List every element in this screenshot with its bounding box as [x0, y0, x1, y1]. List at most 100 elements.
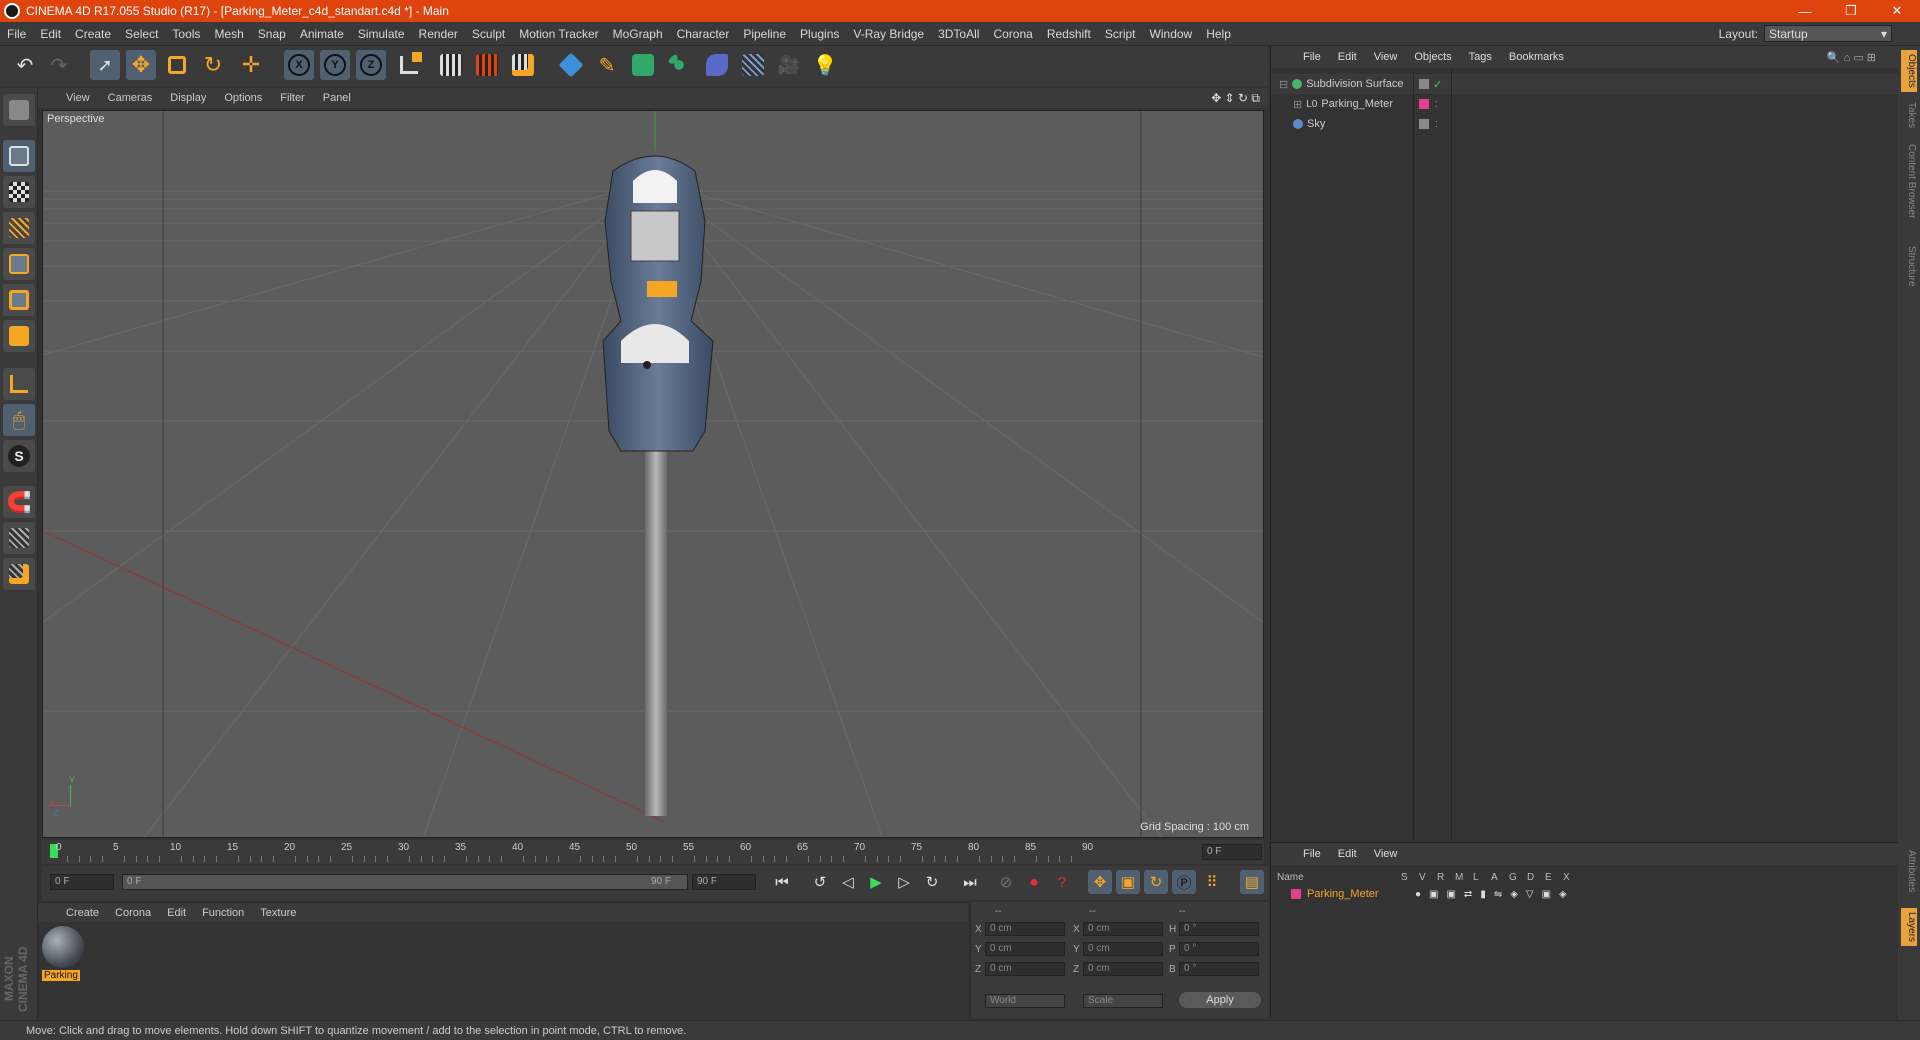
- close-button[interactable]: ✕: [1874, 0, 1920, 22]
- polygons-mode-button[interactable]: [3, 320, 35, 352]
- axis-x-button[interactable]: X: [284, 50, 314, 80]
- objects-menu-edit[interactable]: Edit: [1338, 51, 1357, 63]
- layer-icon[interactable]: [1419, 119, 1429, 129]
- timeline-ruler[interactable]: 0 5 10 15 20 25 30 35 40 45 50 55 60 65 70 75 80 85 90 0 F: [42, 840, 1264, 864]
- layer-col-generators[interactable]: G: [1509, 872, 1527, 883]
- add-light-button[interactable]: 💡: [810, 50, 840, 80]
- enabled-check-icon[interactable]: ✓: [1433, 78, 1442, 91]
- material-preview[interactable]: [42, 926, 84, 968]
- menu-sculpt[interactable]: Sculpt: [465, 27, 512, 41]
- layer-color-swatch[interactable]: [1291, 889, 1301, 899]
- size-x-field[interactable]: 0 cm: [1083, 922, 1163, 936]
- add-cube-button[interactable]: [556, 50, 586, 80]
- next-key-button[interactable]: ↻: [920, 870, 944, 894]
- tab-takes[interactable]: Takes: [1901, 102, 1917, 128]
- axis-y-button[interactable]: Y: [320, 50, 350, 80]
- add-spline-button[interactable]: ✎: [592, 50, 622, 80]
- move-tool-button[interactable]: ✥: [126, 50, 156, 80]
- end-frame-field[interactable]: 90 F: [692, 874, 756, 890]
- layers-menu-view[interactable]: View: [1374, 848, 1398, 860]
- layer-col-manager[interactable]: M: [1455, 872, 1473, 883]
- rot-p-field[interactable]: 0 °: [1179, 942, 1259, 956]
- make-editable-button[interactable]: [3, 94, 35, 126]
- tweak-mode-button[interactable]: 🖱: [3, 404, 35, 436]
- objects-menu-bookmarks[interactable]: Bookmarks: [1509, 51, 1564, 63]
- layers-menu-file[interactable]: File: [1303, 848, 1321, 860]
- record-button[interactable]: ⏺: [1022, 870, 1046, 894]
- parking-meter-model[interactable]: [602, 155, 714, 816]
- object-row-sky[interactable]: Sky ⁚: [1271, 114, 1899, 134]
- menu-window[interactable]: Window: [1143, 27, 1200, 41]
- viewport-menu-cameras[interactable]: Cameras: [108, 92, 153, 104]
- material-menu-function[interactable]: Function: [202, 907, 244, 919]
- layout-dropdown[interactable]: Startup ▾: [1764, 25, 1892, 42]
- select-tool-button[interactable]: ➚: [90, 50, 120, 80]
- menu-animate[interactable]: Animate: [293, 27, 351, 41]
- scale-tool-button[interactable]: [162, 50, 192, 80]
- viewport-menu-filter[interactable]: Filter: [280, 92, 304, 104]
- menu-character[interactable]: Character: [670, 27, 737, 41]
- layer-col-expressions[interactable]: E: [1545, 872, 1563, 883]
- magnet-button[interactable]: 🧲: [3, 486, 35, 518]
- redo-button[interactable]: ↷: [44, 50, 74, 80]
- visibility-dots-icon[interactable]: ⁚: [1435, 100, 1438, 109]
- objects-menu-view[interactable]: View: [1374, 51, 1398, 63]
- workplane-rotate-button[interactable]: [3, 558, 35, 590]
- menu-tools[interactable]: Tools: [165, 27, 207, 41]
- tab-layers[interactable]: Layers: [1901, 908, 1917, 947]
- layer-col-render[interactable]: R: [1437, 872, 1455, 883]
- viewport-3d[interactable]: Perspective Grid Spacing : 100 cm Y X Z: [42, 110, 1264, 838]
- menu-vray-bridge[interactable]: V-Ray Bridge: [846, 27, 931, 41]
- layer-row-parking-meter[interactable]: Parking_Meter ●▣▣⇄▮⇋◈▽▣◈: [1271, 885, 1899, 903]
- tab-content-browser[interactable]: Content Browser: [1901, 144, 1917, 218]
- layer-col-view[interactable]: V: [1419, 872, 1437, 883]
- add-mograph-button[interactable]: [664, 50, 694, 80]
- key-scale-button[interactable]: ▣: [1116, 870, 1140, 894]
- coordinate-system-button[interactable]: [394, 50, 424, 80]
- menu-help[interactable]: Help: [1199, 27, 1238, 41]
- key-pla-button[interactable]: ⠿: [1200, 870, 1224, 894]
- model-mode-button[interactable]: [3, 140, 35, 172]
- menu-create[interactable]: Create: [68, 27, 118, 41]
- autokey-button[interactable]: ?: [1050, 870, 1074, 894]
- collapse-icon[interactable]: ⊟: [1279, 78, 1288, 91]
- scale-dropdown[interactable]: Scale: [1083, 994, 1163, 1008]
- menu-plugins[interactable]: Plugins: [793, 27, 846, 41]
- layer-toggle-icons[interactable]: ●▣▣⇄▮⇋◈▽▣◈: [1415, 889, 1575, 900]
- play-button[interactable]: ▶: [864, 870, 888, 894]
- axis-z-button[interactable]: Z: [356, 50, 386, 80]
- layer-col-xref[interactable]: X: [1563, 872, 1581, 883]
- transform-tool-button[interactable]: ✛: [236, 50, 266, 80]
- layers-menu-edit[interactable]: Edit: [1338, 848, 1357, 860]
- objects-menu-tags[interactable]: Tags: [1469, 51, 1492, 63]
- prev-key-button[interactable]: ↺: [808, 870, 832, 894]
- go-to-start-button[interactable]: ⏮: [770, 870, 794, 894]
- restore-button[interactable]: ❐: [1828, 0, 1874, 22]
- menu-select[interactable]: Select: [118, 27, 165, 41]
- menu-script[interactable]: Script: [1098, 27, 1143, 41]
- size-y-field[interactable]: 0 cm: [1083, 942, 1163, 956]
- objects-menu-file[interactable]: File: [1303, 51, 1321, 63]
- menu-mesh[interactable]: Mesh: [207, 27, 250, 41]
- axis-mode-button[interactable]: [3, 368, 35, 400]
- material-label[interactable]: Parking: [42, 970, 80, 981]
- layer-col-solo[interactable]: S: [1401, 872, 1419, 883]
- texture-mode-button[interactable]: [3, 176, 35, 208]
- key-rotation-button[interactable]: ↻: [1144, 870, 1168, 894]
- objects-menu-objects[interactable]: Objects: [1414, 51, 1451, 63]
- visibility-dots-icon[interactable]: ⁚: [1435, 120, 1438, 129]
- rot-h-field[interactable]: 0 °: [1179, 922, 1259, 936]
- object-row-subdivision-surface[interactable]: ⊟ Subdivision Surface ✓: [1271, 74, 1899, 94]
- menu-redshift[interactable]: Redshift: [1040, 27, 1098, 41]
- pos-x-field[interactable]: 0 cm: [985, 922, 1065, 936]
- workplane-lock-button[interactable]: [3, 522, 35, 554]
- layer-col-animation[interactable]: A: [1491, 872, 1509, 883]
- menu-motion-tracker[interactable]: Motion Tracker: [512, 27, 605, 41]
- add-camera-button[interactable]: 🎥: [774, 50, 804, 80]
- next-frame-button[interactable]: ▷: [892, 870, 916, 894]
- material-menu-corona[interactable]: Corona: [115, 907, 151, 919]
- pos-y-field[interactable]: 0 cm: [985, 942, 1065, 956]
- current-frame-field[interactable]: 0 F: [1202, 844, 1262, 860]
- rot-b-field[interactable]: 0 °: [1179, 962, 1259, 976]
- menu-3dtoall[interactable]: 3DToAll: [931, 27, 986, 41]
